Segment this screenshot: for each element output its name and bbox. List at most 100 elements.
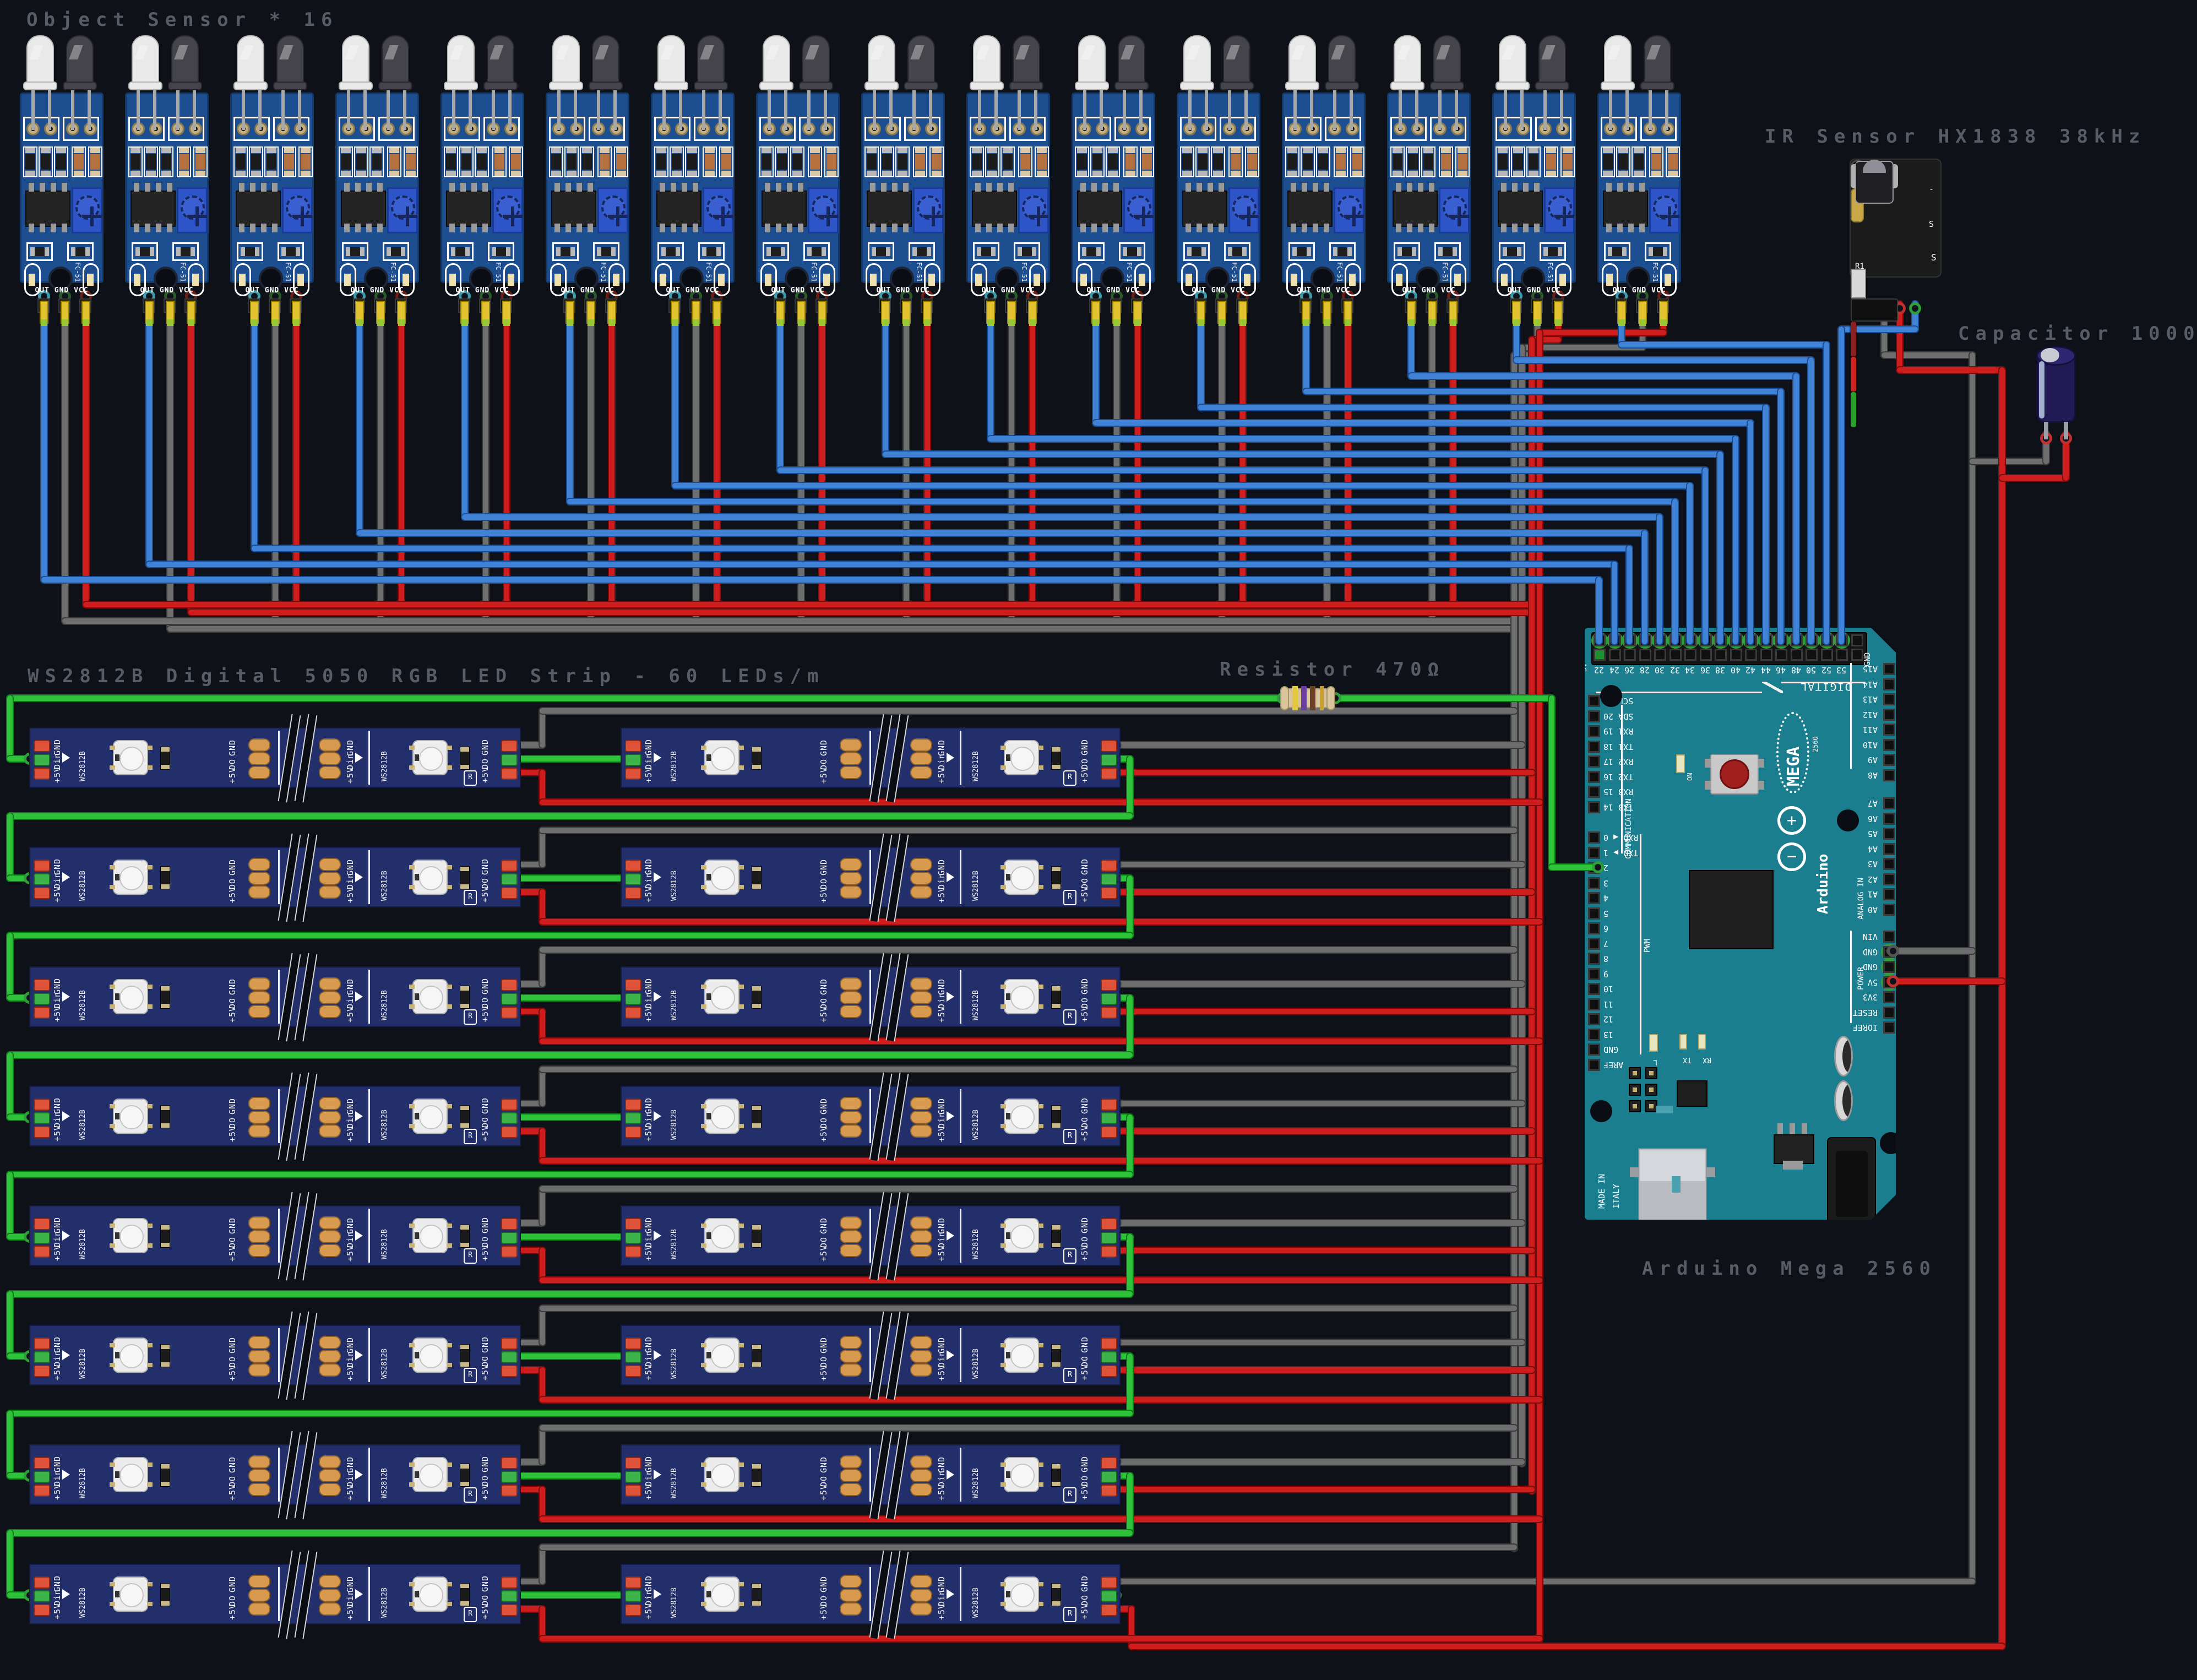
sensor-out-wire[interactable] [146, 292, 152, 567]
trimmer-potentiometer[interactable] [72, 187, 102, 233]
sensor-out-wire[interactable] [41, 292, 47, 583]
right-pin-socket[interactable] [1883, 739, 1895, 751]
data-chain-wire[interactable] [7, 1052, 1133, 1058]
sensor-vcc-wire[interactable] [83, 292, 89, 607]
data-chain-wire[interactable] [7, 933, 1133, 938]
strip-5v-wire[interactable] [1115, 889, 1535, 895]
sensor-out-wire[interactable] [1596, 577, 1602, 644]
strip-gnd-wire[interactable] [540, 1306, 1517, 1311]
object-sensor-module[interactable]: FC-51 OUT GND VCC [861, 33, 945, 333]
sensor-out-wire[interactable] [1748, 420, 1753, 644]
ir-signal-wire[interactable] [1839, 327, 1844, 644]
digital-socket[interactable] [1715, 649, 1727, 661]
digital-socket[interactable] [1851, 634, 1863, 646]
sensor-out-wire[interactable] [883, 452, 1723, 457]
ws2812b-led-strip[interactable]: GND Din +5V WS2812B GND DO +5V GND Din +5V WS2812B… [29, 953, 521, 1042]
object-sensor-module[interactable]: FC-51 OUT GND VCC [1597, 33, 1681, 333]
strip-5v-wire[interactable] [540, 800, 1542, 805]
vcc-bus[interactable] [188, 610, 1542, 615]
strip-gnd-wire[interactable] [540, 708, 545, 748]
right-pin-socket[interactable] [1883, 931, 1895, 943]
right-pin-socket[interactable] [1883, 754, 1895, 766]
left-pin-socket[interactable] [1588, 892, 1600, 904]
data-chain-wire[interactable] [7, 813, 13, 881]
sensor-gnd-wire[interactable] [62, 292, 68, 624]
strip-gnd-wire[interactable] [540, 1425, 1517, 1431]
trimmer-potentiometer[interactable] [387, 187, 418, 233]
strip-5v-wire[interactable] [540, 1636, 1542, 1641]
left-pin-socket[interactable] [1588, 968, 1600, 980]
sensor-gnd-wire[interactable] [1324, 292, 1330, 624]
left-pin-socket[interactable] [1588, 831, 1600, 844]
right-pin-socket[interactable] [1883, 693, 1895, 705]
digital-socket[interactable] [1760, 649, 1772, 661]
ws2812b-led-strip[interactable]: GND Din +5V WS2812B GND DO +5V GND Din +5V WS2812B… [621, 1311, 1121, 1400]
data-link-wire[interactable] [507, 756, 636, 762]
strip-gnd-wire[interactable] [540, 1067, 1517, 1072]
left-pin-socket[interactable] [1588, 938, 1600, 950]
sensor-out-wire[interactable] [1619, 342, 1829, 347]
digital-socket[interactable] [1806, 649, 1818, 661]
digital-socket[interactable] [1745, 649, 1757, 661]
right-pin-socket[interactable] [1883, 678, 1895, 691]
trimmer-potentiometer[interactable] [597, 187, 628, 233]
right-pin-socket[interactable] [1883, 724, 1895, 736]
left-pin-socket[interactable] [1588, 755, 1600, 768]
strip-gnd-wire[interactable] [1115, 1459, 1525, 1465]
data-chain-wire[interactable] [7, 1291, 1133, 1297]
right-pin-socket[interactable] [1883, 873, 1895, 885]
ir-vcc-wire[interactable] [1897, 367, 2005, 373]
ws2812b-led-strip[interactable]: GND Din +5V WS2812B GND DO +5V GND Din +5V WS2812B… [621, 1550, 1121, 1639]
left-pin-socket[interactable] [1588, 877, 1600, 889]
data-chain-wire[interactable] [7, 1172, 13, 1239]
sensor-out-wire[interactable] [1093, 420, 1753, 426]
arduino-pin2-wire[interactable] [1333, 695, 1554, 701]
strip-5v-wire[interactable] [540, 1397, 1542, 1402]
left-pin-socket[interactable] [1588, 1013, 1600, 1025]
data-link-wire[interactable] [507, 1114, 636, 1120]
sensor-out-wire[interactable] [1702, 467, 1708, 644]
right-pin-socket[interactable] [1883, 1007, 1895, 1019]
vcc-bus[interactable] [83, 602, 1535, 607]
ws2812b-led-strip[interactable]: GND Din +5V WS2812B GND DO +5V GND Din +5V WS2812B… [621, 1192, 1121, 1281]
trimmer-potentiometer[interactable] [1123, 187, 1154, 233]
left-pin-socket[interactable] [1588, 998, 1600, 1010]
digital-socket[interactable] [1624, 649, 1636, 661]
strip-5v-wire[interactable] [1115, 1128, 1535, 1134]
vcc-bus-vertical[interactable] [1537, 330, 1542, 1643]
strip-5v-wire[interactable] [1115, 1009, 1535, 1014]
digital-socket[interactable] [1594, 649, 1606, 661]
strip-gnd-wire[interactable] [540, 1306, 545, 1345]
right-pin-socket[interactable] [1883, 1021, 1895, 1034]
gnd-bus[interactable] [167, 626, 1525, 632]
strip-5v-wire[interactable] [540, 1516, 1542, 1522]
sensor-out-wire[interactable] [1514, 357, 1814, 363]
sensor-vcc-wire[interactable] [925, 292, 930, 607]
trimmer-potentiometer[interactable] [1334, 187, 1364, 233]
data-chain-wire[interactable] [7, 1052, 13, 1120]
sensor-out-wire[interactable] [146, 562, 1617, 567]
object-sensor-module[interactable]: FC-51 OUT GND VCC [966, 33, 1050, 333]
trimmer-potentiometer[interactable] [808, 187, 839, 233]
sensor-out-wire[interactable] [462, 514, 1662, 520]
sensor-out-wire[interactable] [1717, 452, 1723, 644]
ws2812b-led-strip[interactable]: GND Din +5V WS2812B GND DO +5V GND Din +5V WS2812B… [29, 1072, 521, 1161]
data-chain-wire[interactable] [7, 933, 13, 1001]
sensor-gnd-wire[interactable] [483, 292, 488, 624]
sensor-out-wire[interactable] [1808, 357, 1814, 644]
object-sensor-module[interactable]: FC-51 OUT GND VCC [651, 33, 735, 333]
strip-gnd-wire[interactable] [1115, 862, 1525, 867]
wire-connector-dot[interactable] [1909, 302, 1921, 314]
data-chain-wire[interactable] [7, 1411, 1133, 1416]
digital-socket[interactable] [1836, 649, 1848, 661]
sensor-vcc-wire[interactable] [714, 292, 720, 607]
strip-gnd-wire[interactable] [1115, 742, 1525, 748]
right-pin-socket[interactable] [1883, 709, 1895, 721]
digital-socket[interactable] [1654, 649, 1666, 661]
sensor-gnd-wire[interactable] [273, 292, 278, 624]
digital-socket[interactable] [1700, 649, 1712, 661]
right-pin-socket[interactable] [1883, 888, 1895, 900]
left-pin-socket[interactable] [1588, 922, 1600, 934]
arduino-pin2-wire[interactable] [1549, 695, 1554, 870]
right-pin-socket[interactable] [1883, 843, 1895, 855]
